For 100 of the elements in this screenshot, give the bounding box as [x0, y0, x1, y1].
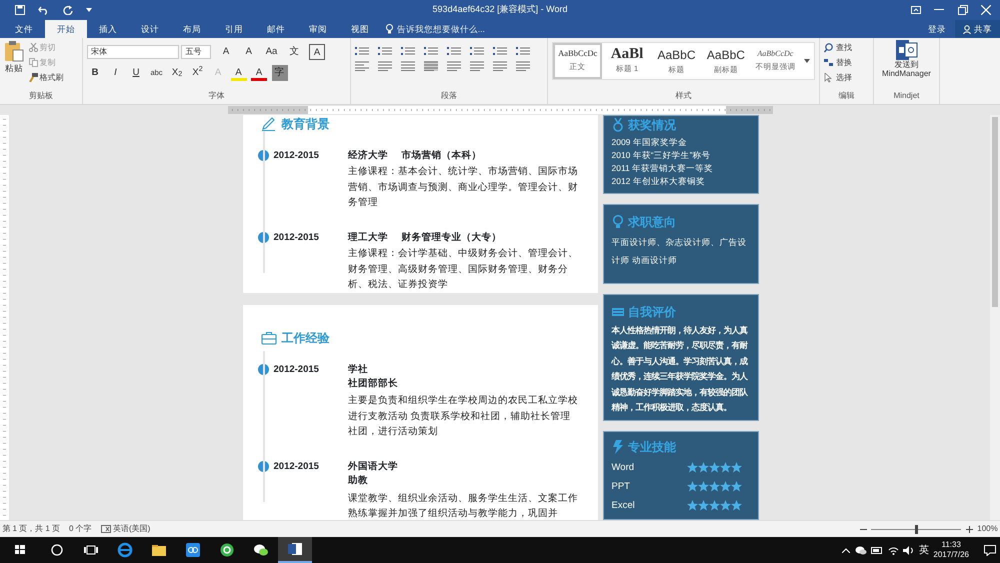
bullets-icon[interactable]	[355, 46, 369, 56]
major-name: 市场营销（本科）	[402, 149, 482, 163]
phonetic-guide-button[interactable]: 文	[286, 44, 302, 60]
bold-button[interactable]: B	[87, 64, 103, 80]
ribbon-tab[interactable]: 引用	[213, 20, 255, 38]
input-method-indicator[interactable]: 英	[918, 542, 929, 558]
gallery-more-icon[interactable]	[804, 59, 810, 64]
wifi-icon[interactable]	[888, 546, 899, 554]
zoom-level[interactable]: 100%	[977, 523, 998, 535]
briefcase-icon	[261, 330, 277, 344]
person-icon	[962, 24, 972, 34]
ribbon-tab[interactable]: 审阅	[297, 20, 339, 38]
browser-icon[interactable]	[117, 542, 133, 558]
scroll-thumb[interactable]	[992, 117, 998, 307]
role-title: 助教	[348, 474, 369, 488]
font-color-button[interactable]: A	[251, 64, 267, 80]
cloud-app-icon[interactable]	[185, 542, 201, 558]
superscript-button[interactable]: X$^{2}$	[190, 64, 206, 80]
redo-icon[interactable]	[62, 5, 72, 15]
underline-button[interactable]: U	[128, 64, 144, 80]
character-border-button[interactable]: A	[309, 44, 325, 60]
entry-date: 2012-2015	[274, 460, 319, 474]
volume-icon[interactable]	[903, 546, 914, 554]
chat-app-icon[interactable]	[253, 542, 269, 558]
proofing-icon[interactable]	[100, 525, 111, 533]
restore-icon[interactable]	[958, 5, 968, 15]
word-count[interactable]: 0 个字	[69, 523, 92, 535]
panel-title: 专业技能	[628, 438, 676, 456]
justify-icon[interactable]	[424, 60, 438, 70]
star-icon	[698, 481, 708, 492]
role-title: 社团部部长	[348, 376, 399, 391]
entry-description: 主修课程：基本会计、统计学、市场营销、国际市场营销、市场调查与预测、商业心理学。管理会计、财务管理	[348, 165, 579, 210]
undo-icon[interactable]	[38, 6, 49, 14]
star-icon	[730, 481, 742, 492]
align-left-icon[interactable]	[355, 60, 369, 70]
award-item: 2011 年获营销大赛一等奖	[612, 162, 714, 176]
replace-icon	[824, 58, 834, 68]
page-count[interactable]: 第 1 页，共 1 页	[2, 523, 60, 535]
ribbon-tab[interactable]: 设计	[129, 20, 171, 38]
ribbon-tab[interactable]: 插入	[87, 20, 129, 38]
select-button[interactable]: 选择	[824, 70, 869, 85]
ribbon-tab[interactable]: 开始	[45, 20, 87, 38]
star-icon	[730, 462, 742, 473]
find-button[interactable]: 查找	[824, 40, 869, 55]
entry-date: 2012-2015	[274, 230, 319, 245]
save-icon[interactable]	[14, 5, 24, 15]
star-icon	[708, 481, 720, 492]
replace-button[interactable]: 替换	[824, 55, 869, 70]
minimize-icon[interactable]	[934, 9, 944, 11]
italic-button[interactable]: I	[108, 64, 124, 80]
group-label: Mindjet	[894, 90, 920, 102]
close-icon[interactable]	[981, 5, 991, 15]
panel-title: 获奖情况	[628, 117, 676, 134]
folder-icon[interactable]	[151, 542, 167, 558]
tell-me-field[interactable]: 告诉我您想要做什么...	[394, 22, 525, 36]
ribbon-tab[interactable]: 布局	[171, 20, 213, 38]
send-to-mindmanager-button[interactable]: 发送到 MindManager	[876, 40, 938, 78]
section-title: 工作经验	[282, 330, 330, 346]
sign-in-link[interactable]: 登录	[928, 20, 946, 38]
numbering-icon[interactable]	[378, 46, 392, 56]
font-size-field[interactable]: 五号	[181, 45, 212, 59]
ribbon-tab[interactable]: 视图	[339, 20, 381, 38]
subscript-button[interactable]: X$_{2}$	[169, 64, 185, 80]
medal-icon	[612, 118, 624, 132]
language-status[interactable]: 英语(美国)	[112, 523, 150, 535]
search-icon[interactable]	[49, 542, 65, 558]
star-icon	[686, 500, 698, 511]
share-button[interactable]: 共享	[954, 20, 1000, 38]
font-name-field[interactable]: 宋体	[87, 45, 179, 59]
group-label: 字体	[208, 90, 226, 102]
star-icon	[720, 462, 730, 473]
school-name: 理工大学	[348, 230, 388, 245]
chat-tray-icon[interactable]	[854, 545, 867, 555]
job-intention-text: 平面设计师、杂志设计师、广告设计师 动画设计师	[612, 236, 748, 268]
zoom-slider-thumb[interactable]	[914, 524, 918, 534]
dropdown-icon[interactable]	[86, 8, 92, 12]
group-label: 段落	[440, 90, 458, 102]
globe-app-icon[interactable]	[219, 542, 235, 558]
highlight-button[interactable]: A	[230, 64, 246, 80]
word-app-icon[interactable]	[287, 541, 303, 557]
clock[interactable]: 11:33 2017/7/26	[933, 540, 969, 560]
shrink-font-button[interactable]: A	[240, 44, 257, 60]
zoom-in-icon[interactable]	[966, 526, 973, 532]
skill-name: Excel	[612, 498, 635, 513]
ribbon-tab[interactable]: 邮件	[255, 20, 297, 38]
grow-font-button[interactable]: A	[218, 44, 234, 60]
character-shading-button[interactable]: 字	[272, 64, 288, 80]
lightbulb-icon	[612, 215, 624, 230]
paste-button[interactable]: 粘贴	[4, 40, 24, 85]
entry-description: 课堂教学、组织业余活动、服务学生生活、文案工作熟练掌握并加强了组织活动与教学能力，巩固并	[348, 492, 579, 520]
notifications-icon[interactable]	[984, 544, 996, 556]
change-case-button[interactable]: Aa	[264, 44, 280, 60]
star-icon	[708, 462, 720, 473]
self-evaluation-text: 本人性格热情开朗，待人友好，为人真诚谦虚。能吃苦耐劳，尽职尽责，有耐心。善于与人沟通。学习刻苦认真，成绩优秀，连续三年获学院奖学金。为人诚恳勤奋好学脚踏实地，有较强的团队精神，工作积极进取，态度认真。	[612, 324, 749, 414]
panel-title: 自我评价	[628, 304, 676, 320]
ribbon-display-icon[interactable]	[910, 6, 920, 14]
battery-icon[interactable]	[871, 546, 884, 554]
ribbon-tab[interactable]: 文件	[3, 20, 45, 38]
show-hidden-icons-icon[interactable]	[842, 548, 850, 552]
star-icon	[698, 500, 708, 511]
